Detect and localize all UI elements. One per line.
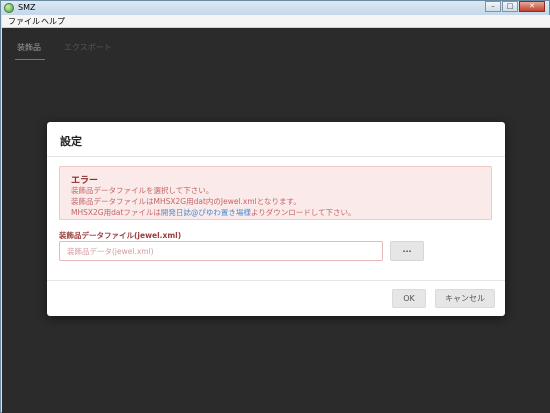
jewel-file-label: 装飾品データファイル(jewel.xml) (59, 231, 182, 240)
menu-help[interactable]: ヘルプ (41, 16, 65, 27)
dialog-title: 設定 (60, 135, 82, 148)
title-bar[interactable]: SMZ – □ ✕ (1, 1, 549, 15)
settings-dialog: 設定 エラー 装飾品データファイルを選択して下さい。 装飾品データファイルはMH… (47, 122, 505, 316)
cancel-button[interactable]: キャンセル (435, 289, 495, 308)
close-button[interactable]: ✕ (519, 1, 545, 12)
window-controls: – □ ✕ (484, 1, 545, 12)
window-title: SMZ (18, 3, 36, 12)
tab-export[interactable]: エクスポート (64, 42, 112, 53)
jewel-file-input[interactable] (59, 241, 383, 261)
alert-line-3: MHSX2G用datファイルは開発日誌@ぴゆわ置き場様よりダウンロードして下さい… (71, 207, 356, 218)
footer-divider (47, 280, 505, 281)
maximize-button[interactable]: □ (502, 1, 518, 12)
menu-bar: ファイル ヘルプ (2, 15, 550, 28)
app-window: SMZ – □ ✕ ファイル ヘルプ 装飾品 エクスポート 設定 エラー 装飾品… (0, 0, 550, 413)
alert-line-2: 装飾品データファイルはMHSX2G用dat内のJewel.xmlとなります。 (71, 197, 301, 206)
alert-line-1: 装飾品データファイルを選択して下さい。 (71, 186, 214, 195)
error-alert: エラー 装飾品データファイルを選択して下さい。 装飾品データファイルはMHSX2… (59, 166, 492, 220)
menu-file[interactable]: ファイル (8, 16, 40, 27)
alert-line-3-prefix: MHSX2G用datファイルは (71, 208, 161, 217)
browse-button[interactable]: ... (390, 241, 424, 261)
dev-diary-link[interactable]: 開発日誌@ぴゆわ置き場様 (161, 208, 251, 217)
minimize-button[interactable]: – (485, 1, 501, 12)
app-logo-icon (4, 3, 14, 13)
alert-line-3-suffix: よりダウンロードして下さい。 (250, 208, 356, 217)
ok-button[interactable]: OK (392, 289, 426, 308)
tab-jewel[interactable]: 装飾品 (17, 42, 41, 53)
header-divider (47, 156, 505, 157)
active-tab-indicator (15, 59, 45, 60)
